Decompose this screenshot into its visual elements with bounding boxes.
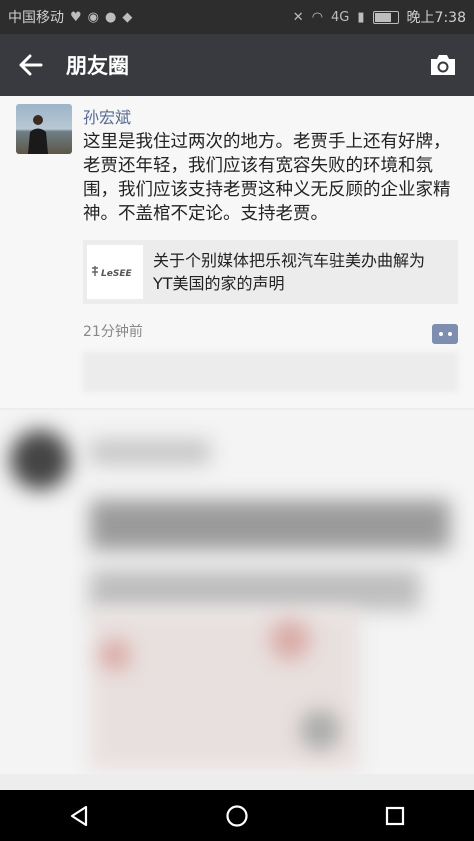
notification-icon: ◉: [87, 9, 99, 25]
post-time: 21分钟前: [83, 324, 143, 340]
wifi-icon: ◠: [311, 9, 324, 25]
triangle-back-icon: [70, 805, 88, 826]
blurred-text-line: [90, 500, 450, 550]
blurred-name: [90, 440, 210, 464]
status-bar: 中国移动 ♥ ◉ ● ◆ ✕ ◠ 4G ▮ 晚上7:38: [0, 0, 474, 34]
author-name[interactable]: 孙宏斌: [83, 104, 131, 128]
comments-area-blurred: [83, 352, 458, 392]
back-button[interactable]: [0, 34, 62, 96]
back-arrow-icon: [19, 54, 43, 76]
header-bar: 朋友圈: [0, 34, 474, 96]
cell-signal-icon: ▮: [357, 9, 365, 25]
moment-post: 孙宏斌 这里是我住过两次的地方。老贾手上还有好牌，老贾还年轻，我们应该有宽容失败…: [0, 96, 474, 408]
link-title: 关于个别媒体把乐视汽车驻美办曲解为YT美国的家的声明: [153, 251, 426, 293]
blurred-post: [0, 410, 474, 774]
clock: 晚上7:38: [406, 10, 466, 26]
shared-link-card[interactable]: LeSEE 关于个别媒体把乐视汽车驻美办曲解为YT美国的家的声明: [83, 240, 458, 304]
link-thumbnail: LeSEE: [87, 245, 143, 299]
avatar[interactable]: [16, 104, 72, 154]
system-nav-bar: [0, 790, 474, 841]
carrier-label: 中国移动: [8, 10, 64, 26]
blurred-image-detail: [300, 710, 340, 750]
nav-recent-button[interactable]: [365, 790, 425, 841]
blurred-image-detail: [100, 640, 130, 670]
blurred-text-line: [90, 570, 420, 610]
nav-back-button[interactable]: [49, 790, 109, 841]
signal-icon: ♥: [70, 9, 82, 25]
blurred-avatar: [10, 430, 70, 490]
more-dots-icon[interactable]: [432, 324, 458, 344]
mute-icon: ✕: [292, 9, 304, 25]
blurred-image-detail: [270, 620, 310, 660]
circle-home-icon: [226, 804, 248, 827]
wechat-icon: ●: [105, 9, 117, 25]
square-recent-icon: [385, 806, 405, 825]
camera-icon: [431, 55, 455, 75]
nav-home-button[interactable]: [207, 790, 267, 841]
network-label: 4G: [331, 9, 350, 25]
page-title: 朋友圈: [66, 54, 129, 78]
lesee-logo-text: LeSEE: [101, 269, 132, 279]
post-text: 这里是我住过两次的地方。老贾手上还有好牌，老贾还年轻，我们应该有宽容失败的环境和…: [83, 132, 451, 224]
camera-button[interactable]: [412, 34, 474, 96]
message-icon: ◆: [122, 9, 133, 25]
battery-icon: [372, 10, 399, 24]
